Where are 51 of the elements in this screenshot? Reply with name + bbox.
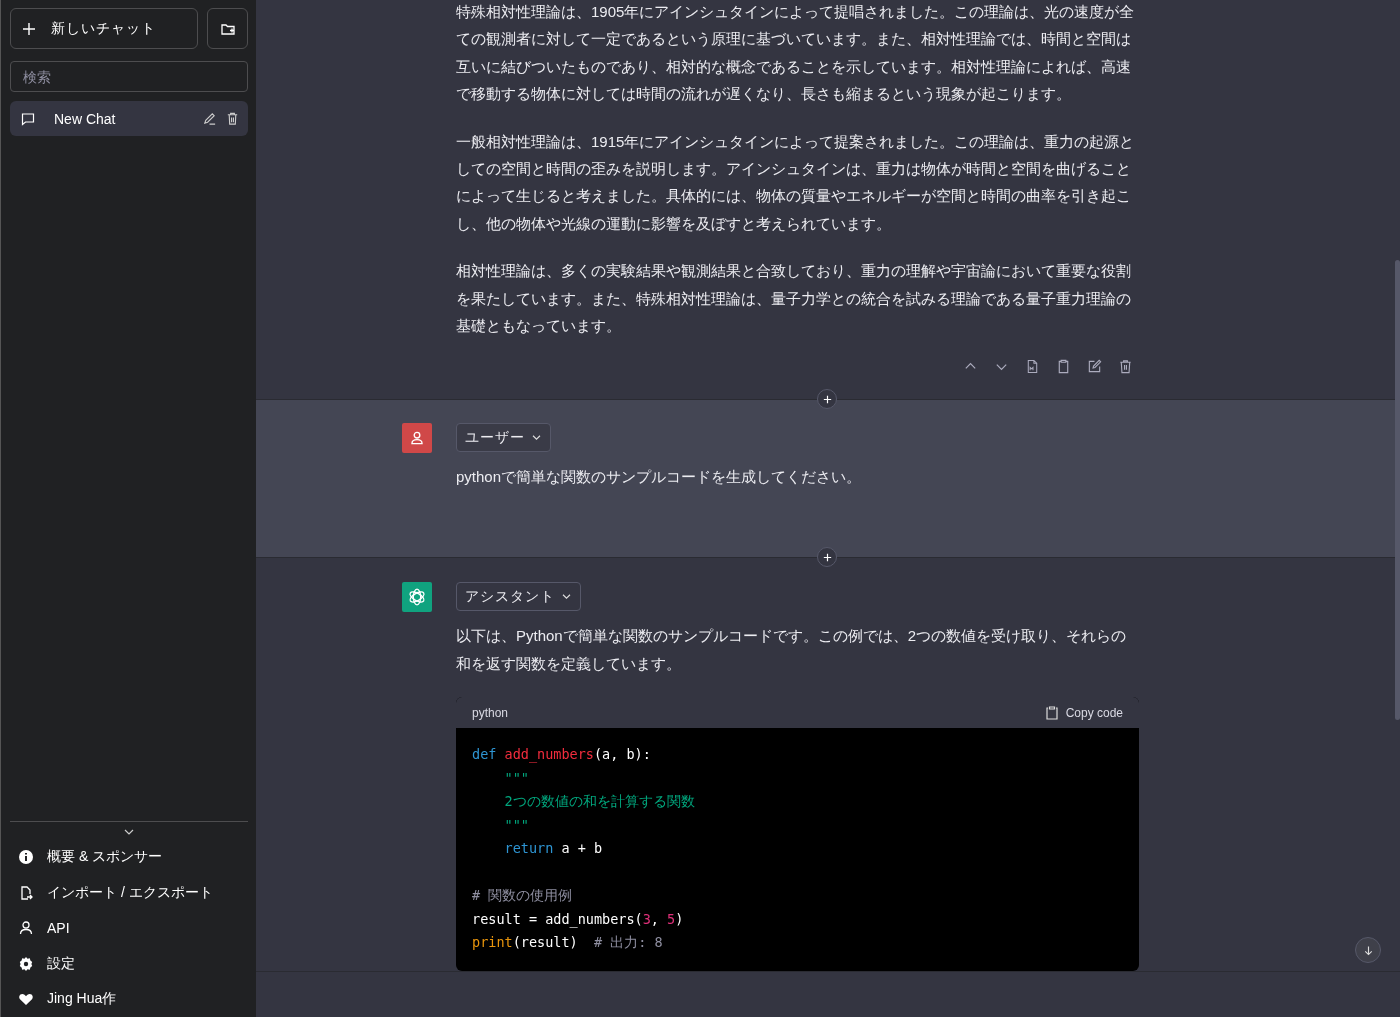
role-dropdown[interactable]: アシスタント	[456, 582, 581, 612]
message-text: 相対性理論は、多くの実験結果や観測結果と合致しており、重力の理解や宇宙論において重要な役割を果たしています。また、特殊相対性理論は、量子力学との統合を試みる理論である量子重力理論の基礎ともなっています。	[456, 261, 1132, 337]
role-dropdown[interactable]: ユーザー	[456, 423, 551, 453]
settings-icon	[18, 955, 34, 972]
heart-icon	[18, 991, 34, 1008]
file-arrow-icon	[18, 884, 34, 901]
markdown-file-icon[interactable]	[1025, 359, 1040, 375]
insert-button[interactable]	[817, 389, 837, 410]
clipboard-icon	[1043, 704, 1060, 721]
menu-item[interactable]: API	[10, 910, 248, 946]
code-line: def add_numbers(a, b):	[472, 745, 652, 765]
code-line: # 関数の使用例	[472, 886, 574, 906]
copy-code-button[interactable]: Copy code	[1043, 704, 1123, 721]
code-line: """	[503, 815, 530, 835]
chat-bubble-icon	[20, 110, 36, 127]
menu-item[interactable]: インポート / エクスポート	[10, 875, 248, 911]
delete-icon[interactable]	[225, 111, 240, 126]
code-line: result = add_numbers(3, 5)	[472, 909, 685, 930]
message-text: 特殊相対性理論は、1905年にアインシュタインによって提唱されました。この理論は、光の速度が全ての観測者に対して一定であるという原理に基づいています。また、相対性理論では、時間と空間は互いに結びついたものであり、相対的な概念であることを示しています。相対性理論によれば、高速で移動する物体に対しては時間の流れが遅くなり、長さも縮まるという現象が起こります。	[456, 2, 1136, 105]
menu-item[interactable]: Jing Hua作	[10, 981, 248, 1017]
user-avatar	[402, 423, 432, 454]
code-line: return a + b	[503, 839, 604, 859]
delete-icon[interactable]	[1118, 359, 1133, 375]
new-chat-button[interactable]: 新しいチャット	[10, 8, 198, 49]
new-folder-button[interactable]	[207, 8, 248, 49]
message-text: 以下は、Pythonで簡単な関数のサンプルコードです。この例では、2つの数値を受け取り、それらの和を返す関数を定義しています。	[456, 626, 1128, 674]
code-line: print(result) # 出力: 8	[472, 933, 664, 953]
info-icon	[18, 849, 34, 866]
menu-item[interactable]: 設定	[10, 946, 248, 982]
plus-icon	[21, 20, 37, 37]
assistant-avatar	[402, 582, 432, 613]
message-text: pythonで簡単な関数のサンプルコードを生成してください。	[456, 467, 863, 488]
chevron-down-icon[interactable]	[123, 827, 135, 836]
chat-title: New Chat	[53, 110, 117, 127]
edit-icon[interactable]	[1087, 359, 1102, 375]
scrollbar-thumb[interactable]	[1395, 260, 1400, 720]
code-line: """	[503, 768, 530, 788]
user-icon	[18, 920, 34, 937]
plus-icon	[821, 393, 833, 405]
search-field[interactable]: 検索	[10, 61, 248, 92]
message-text: 一般相対性理論は、1915年にアインシュタインによって提案されました。この理論は、重力の起源としての空間と時間の歪みを説明します。アインシュタインは、重力は物体が時間と空間を曲げることによって生じると考えました。具体的には、物体の質量やエネルギーが空間と時間の曲率を引き起こし、他の物体や光線の運動に影響を及ぼすと考えられています。	[456, 131, 1136, 234]
insert-button[interactable]	[817, 547, 837, 568]
chat-item[interactable]: New Chat	[10, 101, 248, 136]
caret-icon	[561, 593, 572, 601]
code-line: 2つの数値の和を計算する関数	[503, 792, 696, 812]
plus-icon	[821, 551, 833, 563]
code-language: python	[472, 705, 509, 720]
menu-item[interactable]: 概要 & スポンサー	[10, 839, 248, 875]
edit-icon[interactable]	[202, 111, 217, 126]
clipboard-icon[interactable]	[1056, 359, 1071, 375]
caret-icon	[531, 434, 542, 442]
